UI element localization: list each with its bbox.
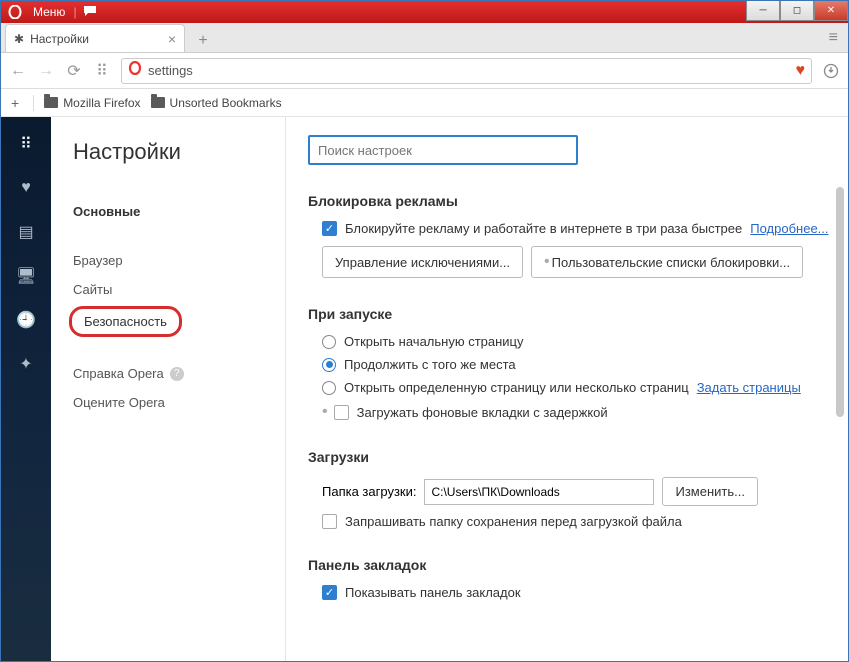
folder-icon <box>44 97 58 108</box>
startup-radio-continue[interactable] <box>322 358 336 372</box>
section-heading: При запуске <box>308 306 832 322</box>
gear-icon: ✱ <box>14 32 24 46</box>
help-icon: ? <box>170 367 184 381</box>
startup-radio-specific[interactable] <box>322 381 336 395</box>
tab-close-icon[interactable]: × <box>160 31 176 47</box>
ask-save-label: Запрашивать папку сохранения перед загру… <box>345 514 682 529</box>
show-bookmarks-label: Показывать панель закладок <box>345 585 521 600</box>
back-button[interactable]: ← <box>9 62 27 80</box>
section-heading: Загрузки <box>308 449 832 465</box>
menu-button[interactable]: Меню <box>27 5 71 19</box>
section-downloads: Загрузки Папка загрузки: Изменить... Зап… <box>308 449 832 529</box>
titlebar-divider: | <box>73 5 76 19</box>
settings-sidebar: Настройки Основные Браузер Сайты Безопас… <box>51 117 286 661</box>
bookmark-folder-unsorted[interactable]: Unsorted Bookmarks <box>151 96 282 110</box>
add-bookmark-button[interactable]: + <box>7 95 23 111</box>
address-bar: ← → ⟳ ⠿ ♥ <box>1 53 848 89</box>
startup-opt-label: Открыть определенную страницу или нескол… <box>344 380 689 395</box>
url-field-wrapper: ♥ <box>121 58 812 84</box>
minimize-button[interactable]: ─ <box>746 1 780 21</box>
rail-history-icon[interactable]: 🕘 <box>15 309 37 331</box>
new-tab-button[interactable]: + <box>191 30 215 52</box>
tab-settings[interactable]: ✱ Настройки × <box>5 24 185 52</box>
main-area: ⠿ ♥ ▤ 🖥 🕘 ✦ Настройки Основные Браузер С… <box>1 117 848 661</box>
bookmark-label: Mozilla Firefox <box>63 96 140 110</box>
speed-dial-icon[interactable]: ⠿ <box>93 62 111 80</box>
bookmark-folder-firefox[interactable]: Mozilla Firefox <box>44 96 140 110</box>
sidebar-item-security[interactable]: Безопасность <box>69 306 182 337</box>
rail-news-icon[interactable]: ▤ <box>15 221 37 243</box>
section-heading: Блокировка рекламы <box>308 193 832 209</box>
adblock-checkbox[interactable]: ✓ <box>322 221 337 236</box>
tab-title: Настройки <box>30 32 89 46</box>
rail-devices-icon[interactable]: 🖥 <box>15 265 37 287</box>
section-bookmarks-panel: Панель закладок ✓ Показывать панель закл… <box>308 557 832 600</box>
download-folder-input[interactable] <box>424 479 654 505</box>
separator <box>33 95 34 111</box>
rail-heart-icon[interactable]: ♥ <box>15 177 37 199</box>
sidebar-item-help[interactable]: Справка Opera ? <box>51 359 285 388</box>
adblock-label: Блокируйте рекламу и работайте в интерне… <box>345 221 742 236</box>
bookmark-label: Unsorted Bookmarks <box>170 96 282 110</box>
settings-search-input[interactable] <box>308 135 578 165</box>
bullet-icon: • <box>322 403 328 421</box>
bookmarks-bar: + Mozilla Firefox Unsorted Bookmarks <box>1 89 848 117</box>
bookmark-heart-icon[interactable]: ♥ <box>796 62 806 80</box>
sidebar-item-sites[interactable]: Сайты <box>51 275 285 304</box>
sidebar-item-browser[interactable]: Браузер <box>51 246 285 275</box>
startup-radio-home[interactable] <box>322 335 336 349</box>
window-titlebar: Меню | ─ ◻ ✕ <box>1 1 848 23</box>
opera-badge-icon <box>128 61 142 80</box>
show-bookmarks-checkbox[interactable]: ✓ <box>322 585 337 600</box>
vertical-rail: ⠿ ♥ ▤ 🖥 🕘 ✦ <box>1 117 51 661</box>
rail-speed-dial-icon[interactable]: ⠿ <box>15 133 37 155</box>
sidebar-item-basic[interactable]: Основные <box>51 197 285 226</box>
window-controls: ─ ◻ ✕ <box>746 1 848 21</box>
folder-icon <box>151 97 165 108</box>
delay-bg-label: Загружать фоновые вкладки с задержкой <box>357 405 608 420</box>
forward-button[interactable]: → <box>37 62 55 80</box>
manage-exceptions-button[interactable]: Управление исключениями... <box>322 246 523 278</box>
download-folder-label: Папка загрузки: <box>322 484 416 499</box>
downloads-icon[interactable] <box>822 62 840 80</box>
close-button[interactable]: ✕ <box>814 1 848 21</box>
sidebar-item-rate[interactable]: Оцените Opera <box>51 388 285 417</box>
section-adblock: Блокировка рекламы ✓ Блокируйте рекламу … <box>308 193 832 278</box>
startup-opt-label: Продолжить с того же места <box>344 357 516 372</box>
tab-strip: ✱ Настройки × + ≡ <box>1 23 848 53</box>
custom-block-lists-button[interactable]: •Пользовательские списки блокировки... <box>531 246 803 278</box>
reload-button[interactable]: ⟳ <box>65 62 83 80</box>
url-input[interactable] <box>148 63 790 78</box>
change-folder-button[interactable]: Изменить... <box>662 477 757 506</box>
set-pages-link[interactable]: Задать страницы <box>697 380 801 395</box>
settings-content: Блокировка рекламы ✓ Блокируйте рекламу … <box>286 117 848 661</box>
section-heading: Панель закладок <box>308 557 832 573</box>
section-startup: При запуске Открыть начальную страницу П… <box>308 306 832 421</box>
startup-opt-label: Открыть начальную страницу <box>344 334 524 349</box>
adblock-learn-more-link[interactable]: Подробнее... <box>750 221 828 236</box>
ask-save-checkbox[interactable] <box>322 514 337 529</box>
opera-logo-icon <box>7 4 23 20</box>
scrollbar-thumb[interactable] <box>836 187 844 417</box>
maximize-button[interactable]: ◻ <box>780 1 814 21</box>
tab-menu-icon[interactable]: ≡ <box>829 29 838 47</box>
rail-extensions-icon[interactable]: ✦ <box>15 353 37 375</box>
page-title: Настройки <box>51 139 285 187</box>
chat-icon[interactable] <box>83 5 97 20</box>
delay-bg-checkbox[interactable] <box>334 405 349 420</box>
sidebar-item-label: Справка Opera <box>73 366 164 381</box>
